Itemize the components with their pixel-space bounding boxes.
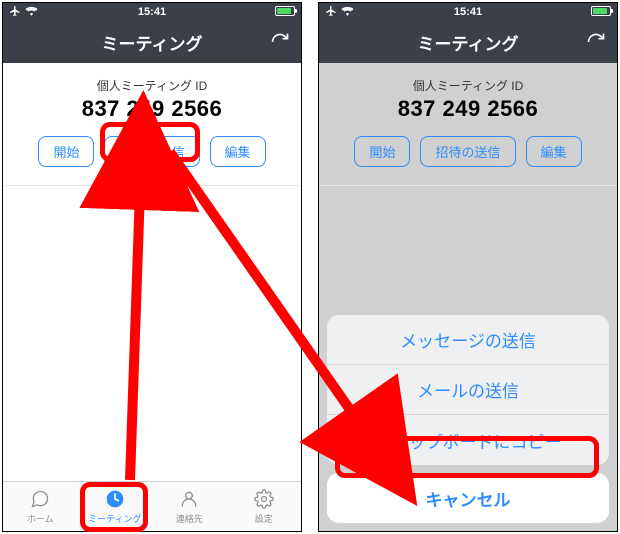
pmi-label: 個人ミーティング ID: [97, 77, 208, 94]
refresh-icon[interactable]: [269, 31, 291, 53]
button-row: 開始 招待の送信 編集: [38, 136, 265, 167]
tab-meeting-label: ミーティング: [88, 512, 141, 525]
pmi-value: 837 249 2566: [82, 96, 223, 122]
battery-icon: [275, 6, 295, 19]
tab-bar: ホーム ミーティング 連絡先 設定: [3, 481, 301, 531]
sheet-cancel[interactable]: キャンセル: [327, 473, 609, 523]
edit-button[interactable]: 編集: [526, 136, 582, 167]
pmi-value: 837 249 2566: [398, 96, 539, 122]
tab-home[interactable]: ホーム: [3, 482, 78, 531]
send-invite-button[interactable]: 招待の送信: [104, 136, 199, 167]
clock-icon: [104, 488, 126, 510]
action-sheet: メッセージの送信 メールの送信 クリップボードにコピー キャンセル: [327, 315, 609, 523]
airplane-icon: [9, 5, 21, 20]
airplane-icon: [325, 5, 337, 20]
status-bar: 15:41: [319, 3, 617, 21]
nav-title: ミーティング: [418, 30, 519, 55]
edit-button[interactable]: 編集: [210, 136, 266, 167]
wifi-icon: [341, 6, 354, 19]
phone-frame-left: 15:41 ミーティング 個人ミーティング ID 837 249 2566 開始…: [2, 2, 302, 532]
refresh-icon[interactable]: [585, 31, 607, 53]
divider: [319, 185, 617, 186]
start-button[interactable]: 開始: [354, 136, 410, 167]
gear-icon: [253, 488, 275, 510]
nav-header: ミーティング: [3, 21, 301, 63]
tab-settings-label: 設定: [255, 512, 273, 525]
sheet-send-message[interactable]: メッセージの送信: [327, 315, 609, 365]
nav-header: ミーティング: [319, 21, 617, 63]
divider: [3, 185, 301, 186]
content-area: 個人ミーティング ID 837 249 2566 開始 招待の送信 編集 メッセ…: [319, 63, 617, 531]
status-time: 15:41: [138, 6, 166, 18]
phone-frame-right: 15:41 ミーティング 個人ミーティング ID 837 249 2566 開始…: [318, 2, 618, 532]
send-invite-button[interactable]: 招待の送信: [420, 136, 515, 167]
tab-meeting[interactable]: ミーティング: [78, 482, 153, 531]
nav-title: ミーティング: [102, 30, 203, 55]
chat-icon: [29, 488, 51, 510]
button-row: 開始 招待の送信 編集: [354, 136, 581, 167]
sheet-send-mail[interactable]: メールの送信: [327, 365, 609, 415]
pmi-label: 個人ミーティング ID: [413, 77, 524, 94]
battery-icon: [591, 6, 611, 19]
tab-contacts-label: 連絡先: [176, 512, 203, 525]
tab-contacts[interactable]: 連絡先: [152, 482, 227, 531]
tab-home-label: ホーム: [27, 512, 54, 525]
sheet-copy-clipboard[interactable]: クリップボードにコピー: [327, 415, 609, 465]
start-button[interactable]: 開始: [38, 136, 94, 167]
tab-settings[interactable]: 設定: [227, 482, 302, 531]
content-area: 個人ミーティング ID 837 249 2566 開始 招待の送信 編集: [3, 63, 301, 481]
status-time: 15:41: [454, 6, 482, 18]
person-icon: [178, 488, 200, 510]
status-bar: 15:41: [3, 3, 301, 21]
sheet-options-group: メッセージの送信 メールの送信 クリップボードにコピー: [327, 315, 609, 465]
wifi-icon: [25, 6, 38, 19]
